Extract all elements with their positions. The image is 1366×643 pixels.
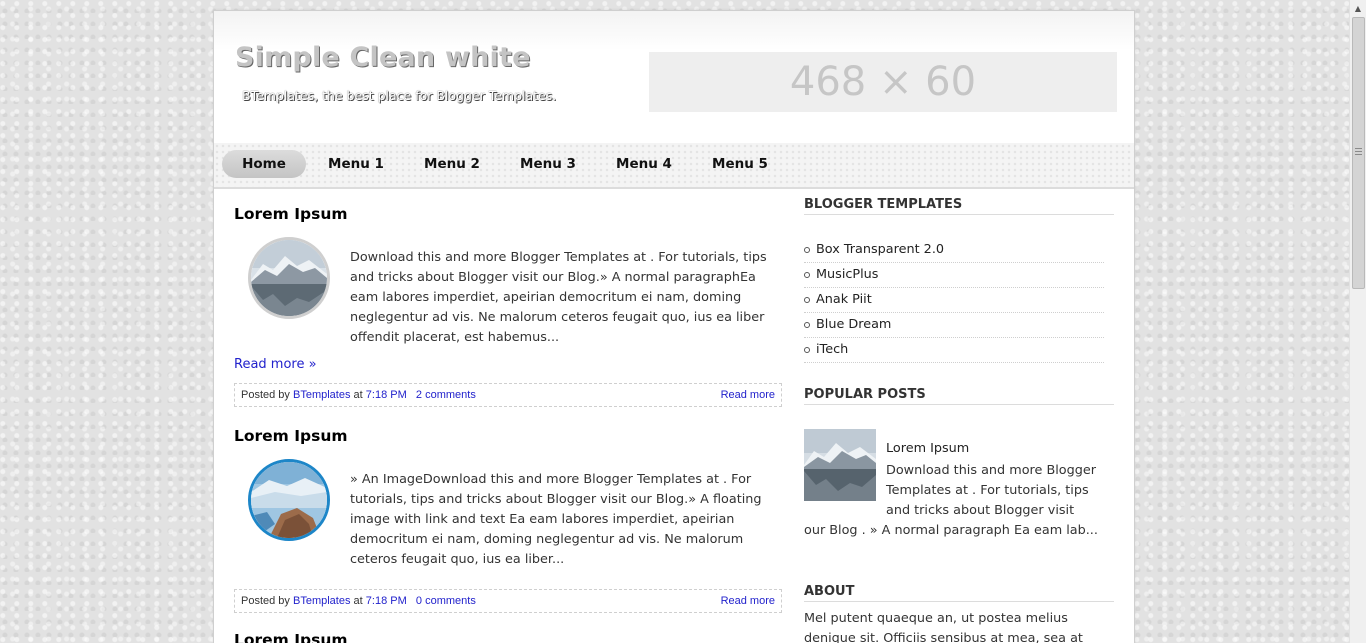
ad-banner[interactable]: 468 × 60: [649, 52, 1117, 112]
scroll-up-arrow-icon[interactable]: ▲: [1350, 0, 1366, 17]
site-title[interactable]: Simple Clean white: [235, 42, 531, 73]
footer-read-more-link[interactable]: Read more: [721, 384, 775, 406]
scroll-grip: [1355, 148, 1362, 149]
template-link-label: MusicPlus: [816, 267, 879, 282]
bullet-icon: [804, 246, 810, 253]
widget-title-blogger-templates: BLOGGER TEMPLATES: [804, 197, 1114, 215]
read-more-link[interactable]: Read more »: [234, 357, 317, 372]
site-description: BTemplates, the best place for Blogger T…: [242, 88, 557, 103]
scroll-grip: [1355, 154, 1362, 155]
page-wrapper: Simple Clean white BTemplates, the best …: [213, 10, 1135, 643]
bullet-icon: [804, 346, 810, 353]
template-link-label: Anak Piit: [816, 292, 872, 307]
posted-by-label: Posted by: [241, 595, 290, 607]
template-link-label: Box Transparent 2.0: [816, 242, 945, 257]
vertical-scrollbar[interactable]: ▲: [1349, 0, 1366, 643]
popular-post-title[interactable]: Lorem Ipsum: [886, 441, 969, 456]
post-thumbnail[interactable]: [248, 237, 330, 319]
post-title[interactable]: Lorem Ipsum: [234, 631, 348, 643]
template-link[interactable]: MusicPlus: [804, 263, 1104, 288]
nav-menu-2[interactable]: Menu 2: [414, 150, 490, 178]
nav-menu-3[interactable]: Menu 3: [510, 150, 586, 178]
popular-post-line: our Blog . » A normal paragraph Ea eam l…: [804, 523, 1098, 538]
comments-link[interactable]: 0 comments: [416, 595, 476, 607]
bullet-icon: [804, 321, 810, 328]
popular-post-line: and tricks about Blogger visit: [886, 503, 1075, 518]
nav-menu-5[interactable]: Menu 5: [702, 150, 778, 178]
template-link-label: Blue Dream: [816, 317, 892, 332]
template-link[interactable]: iTech: [804, 338, 1104, 363]
popular-post-excerpt: Download this and more Blogger Templates…: [804, 461, 1109, 541]
post-time-link[interactable]: 7:18 PM: [366, 595, 407, 607]
main-navigation: Home Menu 1 Menu 2 Menu 3 Menu 4 Menu 5: [214, 143, 1134, 189]
footer-read-more-link[interactable]: Read more: [721, 590, 775, 612]
popular-post-line: Download this and more Blogger: [886, 463, 1096, 478]
widget-title-popular-posts: POPULAR POSTS: [804, 387, 1114, 405]
widget-title-about: ABOUT: [804, 584, 1114, 602]
nav-menu-4[interactable]: Menu 4: [606, 150, 682, 178]
snowy-mountain-image: [251, 240, 327, 316]
comments-link[interactable]: 2 comments: [416, 389, 476, 401]
bullet-icon: [804, 271, 810, 278]
bullet-icon: [804, 296, 810, 303]
post-time-link[interactable]: 7:18 PM: [366, 389, 407, 401]
author-link[interactable]: BTemplates: [293, 595, 350, 607]
post-excerpt: » An ImageDownload this and more Blogger…: [350, 472, 762, 567]
nav-menu-1[interactable]: Menu 1: [318, 150, 394, 178]
posted-by-label: Posted by: [241, 389, 290, 401]
at-label: at: [353, 595, 363, 607]
post-footer: Posted by BTemplates at 7:18 PM 0 commen…: [234, 589, 782, 613]
at-label: at: [353, 389, 363, 401]
post-title[interactable]: Lorem Ipsum: [234, 427, 348, 445]
scrollbar-thumb[interactable]: [1352, 17, 1365, 289]
glacier-image: [251, 462, 327, 538]
scroll-grip: [1355, 151, 1362, 152]
post-thumbnail[interactable]: [248, 459, 330, 541]
about-text: Mel putent quaeque an, ut postea melius …: [804, 611, 1083, 643]
template-link[interactable]: Anak Piit: [804, 288, 1104, 313]
post-excerpt: Download this and more Blogger Templates…: [350, 250, 767, 345]
template-link[interactable]: Box Transparent 2.0: [804, 238, 1104, 263]
post-footer: Posted by BTemplates at 7:18 PM 2 commen…: [234, 383, 782, 407]
popular-post-line: Templates at . For tutorials, tips: [886, 483, 1089, 498]
header: Simple Clean white BTemplates, the best …: [214, 11, 1134, 143]
post-title[interactable]: Lorem Ipsum: [234, 205, 348, 223]
template-link[interactable]: Blue Dream: [804, 313, 1104, 338]
template-link-label: iTech: [816, 342, 849, 357]
author-link[interactable]: BTemplates: [293, 389, 350, 401]
nav-home[interactable]: Home: [222, 150, 306, 178]
